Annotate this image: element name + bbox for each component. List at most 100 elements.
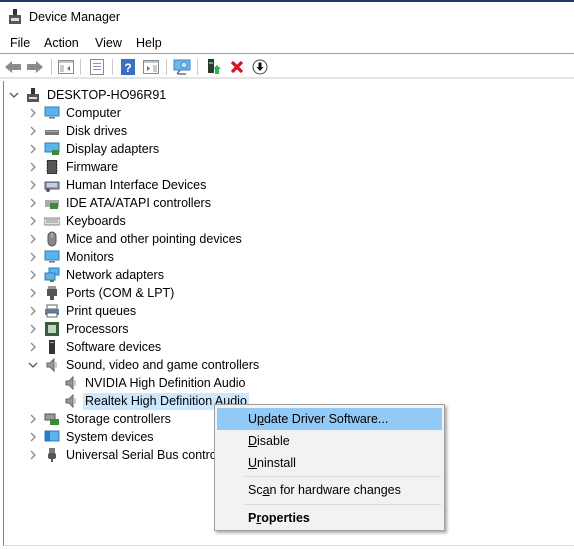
- context-menu-scan-hardware[interactable]: Scan for hardware changes: [217, 479, 442, 501]
- tree-category[interactable]: Print queues: [28, 302, 138, 320]
- tree-category-label: IDE ATA/ATAPI controllers: [66, 195, 211, 210]
- menu-separator: [245, 504, 441, 505]
- chevron-right-icon[interactable]: [28, 450, 38, 460]
- toolbar-separator: [80, 59, 81, 75]
- tree-category[interactable]: Storage controllers: [28, 410, 173, 428]
- properties-sheet-icon: [90, 59, 104, 75]
- show-hide-console-tree-button[interactable]: [57, 58, 75, 76]
- context-menu: Update Driver Software... Disable Uninst…: [214, 404, 445, 531]
- context-menu-uninstall[interactable]: Uninstall: [217, 452, 442, 474]
- tree-device[interactable]: NVIDIA High Definition Audio: [63, 374, 248, 392]
- chevron-right-icon[interactable]: [28, 216, 38, 226]
- chevron-right-icon[interactable]: [28, 306, 38, 316]
- tree-category[interactable]: Universal Serial Bus controllers: [28, 446, 242, 464]
- hid-icon: [44, 177, 60, 193]
- chevron-down-icon[interactable]: [28, 360, 38, 370]
- chevron-down-icon[interactable]: [9, 90, 19, 100]
- tree-category-label: Mice and other pointing devices: [66, 231, 242, 246]
- console-tree-icon: [58, 60, 74, 74]
- tree-category-label: Network adapters: [66, 267, 164, 282]
- back-button[interactable]: [4, 58, 22, 76]
- speaker-icon: [44, 357, 60, 373]
- toolbar-separator: [51, 59, 52, 75]
- chevron-right-icon[interactable]: [28, 144, 38, 154]
- tree-category-label: Keyboards: [66, 213, 126, 228]
- chevron-right-icon[interactable]: [28, 126, 38, 136]
- chevron-right-icon[interactable]: [28, 180, 38, 190]
- menu-view[interactable]: View: [95, 36, 122, 50]
- tree-category-label: Software devices: [66, 339, 162, 354]
- chevron-right-icon[interactable]: [28, 270, 38, 280]
- tree-category[interactable]: Processors: [28, 320, 131, 338]
- monitor-scan-icon: [173, 59, 191, 75]
- chevron-right-icon[interactable]: [28, 324, 38, 334]
- chevron-right-icon[interactable]: [28, 342, 38, 352]
- scan-hardware-button[interactable]: [173, 58, 191, 76]
- disk-drive-icon: [44, 123, 60, 139]
- toolbar-separator: [112, 59, 113, 75]
- tree-category[interactable]: Monitors: [28, 248, 116, 266]
- menu-file[interactable]: File: [10, 36, 30, 50]
- chevron-right-icon[interactable]: [28, 162, 38, 172]
- tree-category-label: Firmware: [66, 159, 119, 174]
- tree-category-label: Human Interface Devices: [66, 177, 207, 192]
- tree-category[interactable]: Software devices: [28, 338, 163, 356]
- tree-category-label: System devices: [66, 429, 154, 444]
- chevron-right-icon[interactable]: [28, 432, 38, 442]
- tree-category[interactable]: Keyboards: [28, 212, 128, 230]
- tree-category-label: Processors: [66, 321, 129, 336]
- show-action-pane-button[interactable]: [142, 58, 160, 76]
- update-driver-button[interactable]: [205, 58, 223, 76]
- tree-category[interactable]: Human Interface Devices: [28, 176, 208, 194]
- tree-root[interactable]: DESKTOP-HO96R91: [9, 86, 168, 104]
- ide-controller-icon: [44, 195, 60, 211]
- context-menu-properties[interactable]: Properties: [217, 507, 442, 529]
- disable-device-button[interactable]: [251, 58, 269, 76]
- svg-text:?: ?: [124, 61, 131, 75]
- menu-help[interactable]: Help: [136, 36, 162, 50]
- uninstall-device-button[interactable]: [228, 58, 246, 76]
- update-driver-icon: [208, 59, 221, 74]
- tree-category[interactable]: Ports (COM & LPT): [28, 284, 176, 302]
- chevron-right-icon[interactable]: [28, 108, 38, 118]
- down-arrow-circle-icon: [252, 59, 268, 75]
- tree-category-label: Disk drives: [66, 123, 128, 138]
- tree-category[interactable]: Network adapters: [28, 266, 166, 284]
- action-pane-icon: [143, 60, 159, 74]
- menu-separator: [245, 476, 441, 477]
- chevron-right-icon[interactable]: [28, 234, 38, 244]
- tree-category[interactable]: Display adapters: [28, 140, 161, 158]
- forward-button[interactable]: [26, 58, 44, 76]
- keyboard-icon: [44, 213, 60, 229]
- tree-category[interactable]: Firmware: [28, 158, 120, 176]
- mouse-icon: [44, 231, 60, 247]
- tree-category[interactable]: Disk drives: [28, 122, 129, 140]
- device-manager-icon: [8, 9, 22, 25]
- chevron-right-icon[interactable]: [28, 252, 38, 262]
- chevron-right-icon[interactable]: [28, 414, 38, 424]
- arrow-right-icon: [27, 61, 43, 73]
- tree-category[interactable]: Mice and other pointing devices: [28, 230, 244, 248]
- printer-icon: [44, 303, 60, 319]
- toolbar-separator: [166, 59, 167, 75]
- chevron-right-icon[interactable]: [28, 198, 38, 208]
- context-menu-disable[interactable]: Disable: [217, 430, 442, 452]
- tree-device-label: NVIDIA High Definition Audio: [85, 375, 246, 390]
- menu-bar: File Action View Help: [0, 32, 574, 54]
- port-icon: [44, 285, 60, 301]
- tree-category-label: Monitors: [66, 249, 114, 264]
- computer-tower-icon: [25, 87, 41, 103]
- tree-category[interactable]: System devices: [28, 428, 156, 446]
- tree-category[interactable]: Sound, video and game controllers: [28, 356, 261, 374]
- menu-item-label: Scan for hardware changes: [248, 483, 401, 497]
- menu-action[interactable]: Action: [44, 36, 79, 50]
- tree-root-label: DESKTOP-HO96R91: [47, 87, 167, 102]
- context-menu-update-driver[interactable]: Update Driver Software...: [217, 408, 442, 430]
- chevron-right-icon[interactable]: [28, 288, 38, 298]
- tree-category[interactable]: Computer: [28, 104, 123, 122]
- tree-category-label: Computer: [66, 105, 121, 120]
- tree-category[interactable]: IDE ATA/ATAPI controllers: [28, 194, 213, 212]
- properties-button[interactable]: [88, 58, 106, 76]
- help-button[interactable]: ?: [119, 58, 137, 76]
- arrow-left-icon: [5, 61, 21, 73]
